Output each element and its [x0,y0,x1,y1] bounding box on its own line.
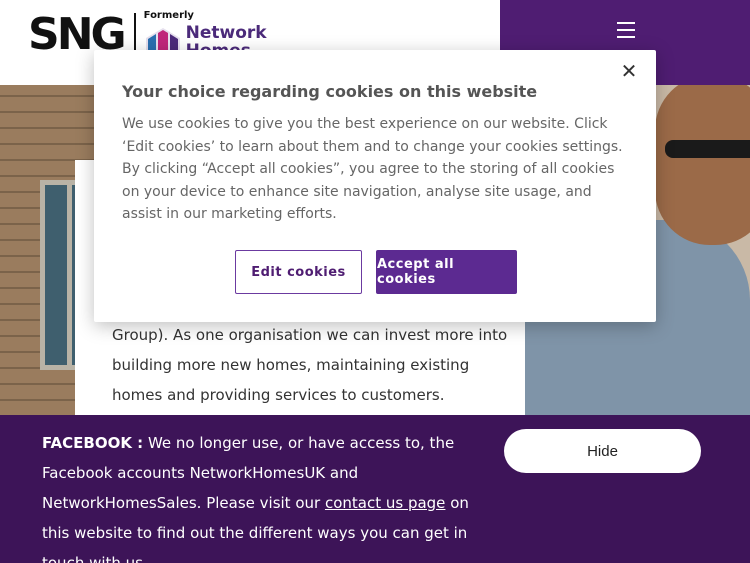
hide-banner-button[interactable]: Hide [504,429,701,473]
formerly-label: Formerly [143,10,194,21]
person-sunglasses [665,140,750,158]
facebook-notice-lead: FACEBOOK : [42,434,144,452]
contact-us-link[interactable]: contact us page [325,494,445,512]
content-card-text: Group). As one organisation we can inves… [112,326,508,404]
facebook-notice-banner: FACEBOOK : We no longer use, or have acc… [0,415,750,563]
edit-cookies-button[interactable]: Edit cookies [235,250,362,294]
close-icon[interactable]: ✕ [620,61,638,81]
cookie-dialog-body: We use cookies to give you the best expe… [122,116,623,222]
accept-all-cookies-button[interactable]: Accept all cookies [376,250,517,294]
cookie-dialog: ✕ Your choice regarding cookies on this … [94,50,656,322]
facebook-notice-text: FACEBOOK : We no longer use, or have acc… [42,428,482,563]
person-face [655,85,750,245]
hamburger-icon[interactable] [617,22,635,38]
cookie-dialog-title: Your choice regarding cookies on this we… [122,82,538,101]
